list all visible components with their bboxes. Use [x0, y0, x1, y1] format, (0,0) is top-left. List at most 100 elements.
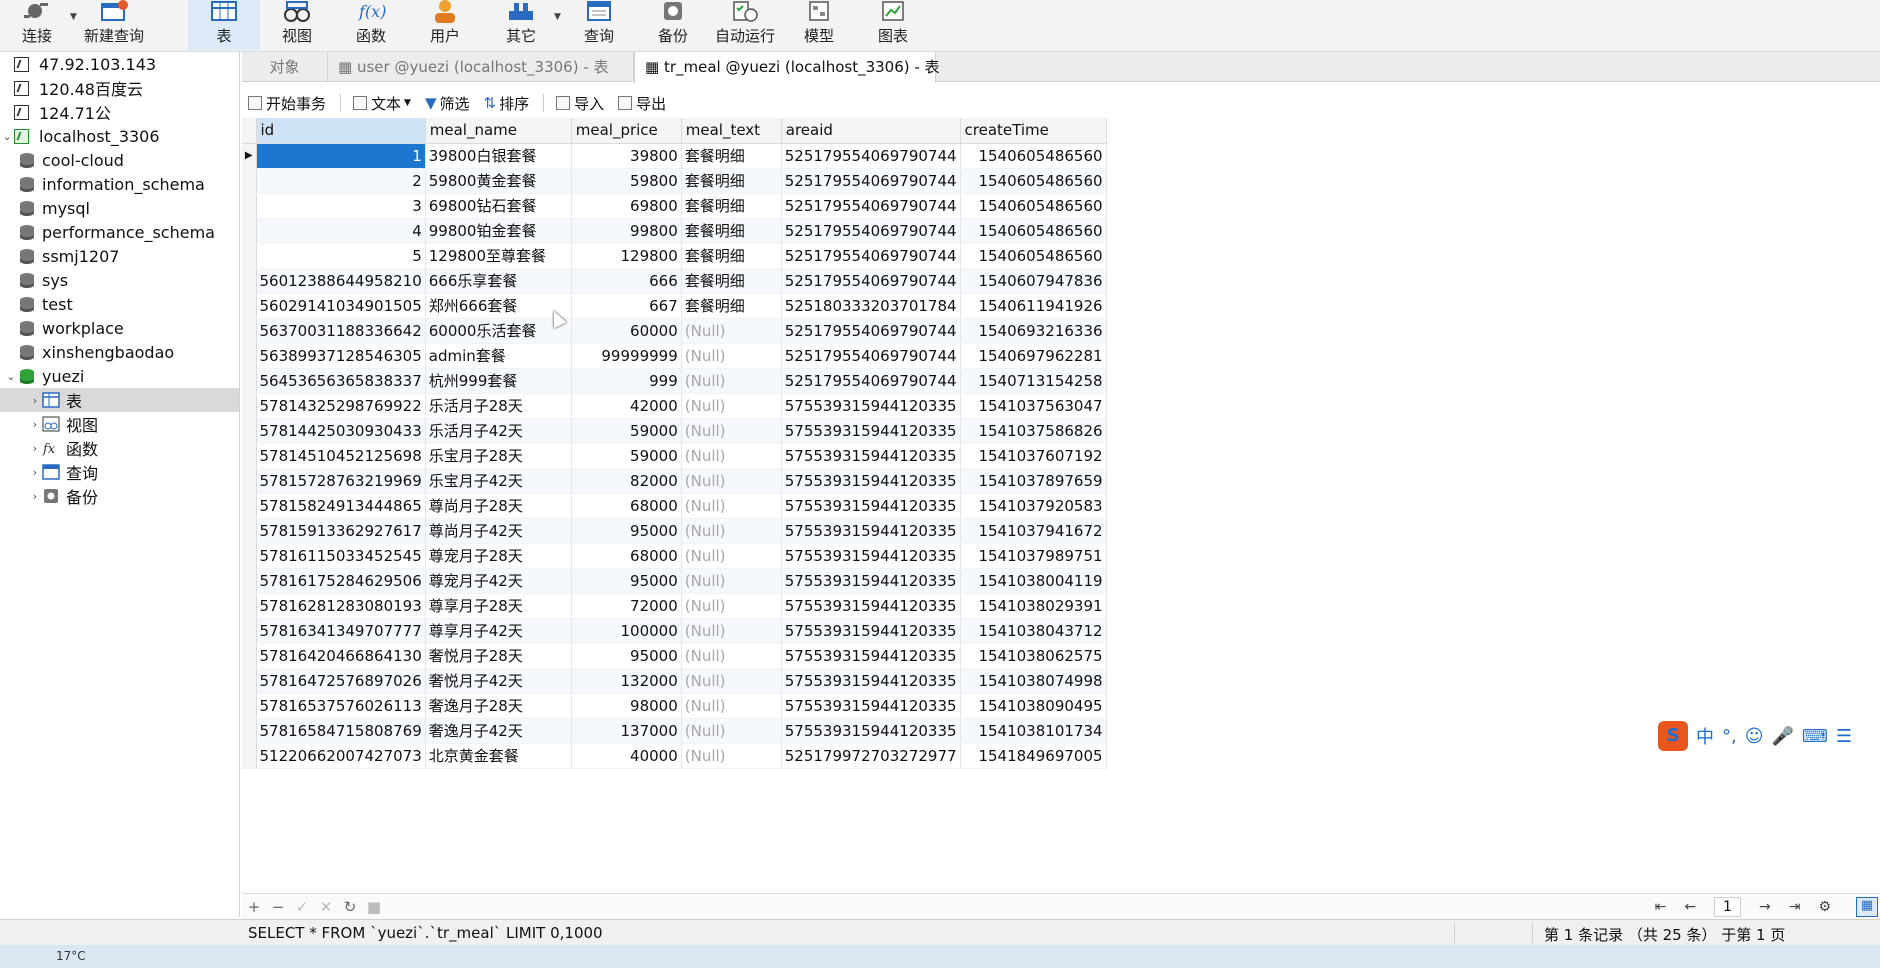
cell-id[interactable]: 1 — [256, 143, 426, 169]
cell-id[interactable]: 56029141034901505 — [256, 293, 426, 319]
row-header[interactable] — [242, 668, 257, 694]
cell-meal-price[interactable]: 666 — [571, 268, 682, 294]
tree-db-information-schema[interactable]: information_schema — [0, 172, 239, 196]
cell-meal-name[interactable]: 69800钻石套餐 — [425, 193, 572, 219]
prev-page-icon[interactable]: ← — [1684, 899, 1696, 915]
cell-id[interactable]: 5 — [256, 243, 426, 269]
punctuation-icon[interactable]: °, — [1722, 726, 1737, 747]
cell-areaid[interactable]: 525179554069790744 — [781, 193, 961, 219]
cell-meal-text[interactable]: (Null) — [681, 668, 782, 694]
cell-id[interactable]: 56012388644958210 — [256, 268, 426, 294]
row-header[interactable] — [242, 418, 257, 444]
first-page-icon[interactable]: ⇤ — [1655, 899, 1667, 915]
tree-db-yuezi[interactable]: ⌄ yuezi — [0, 364, 239, 388]
cell-id[interactable]: 57816420466864130 — [256, 643, 426, 669]
begin-transaction-button[interactable]: 开始事务 — [248, 93, 326, 114]
table-row[interactable]: 56453656365838337 杭州999套餐 999 (Null) 5251795… — [242, 368, 1107, 394]
table-row[interactable]: 4 99800铂金套餐 99800 套餐明细 525179554069790744 154… — [242, 218, 1107, 244]
cell-areaid[interactable]: 575539315944120335 — [781, 493, 961, 519]
cell-id[interactable]: 56453656365838337 — [256, 368, 426, 394]
cell-createtime[interactable]: 1541037941672 — [960, 518, 1107, 544]
connect-dropdown-icon[interactable]: ▼ — [70, 12, 77, 22]
model-button[interactable]: 模型 — [798, 0, 840, 50]
cell-meal-text[interactable]: (Null) — [681, 468, 782, 494]
cell-id[interactable]: 57816175284629506 — [256, 568, 426, 594]
view-button[interactable]: 视图 — [276, 0, 318, 50]
stop-icon[interactable]: ■ — [362, 898, 386, 916]
current-row-marker-icon[interactable]: ▶ — [242, 143, 257, 169]
table-row[interactable]: 57816281283080193 尊享月子28天 72000 (Null) 57553… — [242, 593, 1107, 619]
table-button[interactable]: 表 — [188, 0, 260, 50]
cell-createtime[interactable]: 1540605486560 — [960, 218, 1107, 244]
chevron-right-icon[interactable]: › — [28, 490, 42, 503]
tree-db-workplace[interactable]: workplace — [0, 316, 239, 340]
tree-yuezi-tables[interactable]: › 表 — [0, 388, 239, 412]
row-header[interactable] — [242, 493, 257, 519]
cell-areaid[interactable]: 575539315944120335 — [781, 618, 961, 644]
cell-meal-price[interactable]: 60000 — [571, 318, 682, 344]
cell-createtime[interactable]: 1541038101734 — [960, 718, 1107, 744]
emoji-icon[interactable]: ☺ — [1745, 726, 1764, 747]
table-row[interactable]: 57816472576897026 奢悦月子42天 132000 (Null) 5755… — [242, 668, 1107, 694]
cell-meal-text[interactable]: (Null) — [681, 743, 782, 769]
cell-areaid[interactable]: 575539315944120335 — [781, 443, 961, 469]
column-header-id[interactable]: id — [256, 118, 426, 144]
table-row[interactable]: 57816341349707777 尊享月子42天 100000 (Null) 5755… — [242, 618, 1107, 644]
cell-areaid[interactable]: 575539315944120335 — [781, 418, 961, 444]
row-header[interactable] — [242, 718, 257, 744]
microphone-icon[interactable]: 🎤 — [1772, 726, 1794, 747]
cell-meal-price[interactable]: 999 — [571, 368, 682, 394]
cell-meal-price[interactable]: 95000 — [571, 568, 682, 594]
cell-createtime[interactable]: 1541037920583 — [960, 493, 1107, 519]
cell-meal-name[interactable]: 60000乐活套餐 — [425, 318, 572, 344]
cell-createtime[interactable]: 1541037586826 — [960, 418, 1107, 444]
tree-db-ssmj1207[interactable]: ssmj1207 — [0, 244, 239, 268]
query-button[interactable]: 查询 — [578, 0, 620, 50]
table-row[interactable]: 5 129800至尊套餐 129800 套餐明细 525179554069790744 1… — [242, 243, 1107, 269]
cell-id[interactable]: 57814325298769922 — [256, 393, 426, 419]
table-row[interactable]: 57815913362927617 尊尚月子42天 95000 (Null) 57553… — [242, 518, 1107, 544]
tree-yuezi-functions[interactable]: › fx 函数 — [0, 436, 239, 460]
cell-meal-price[interactable]: 59000 — [571, 418, 682, 444]
cell-meal-text[interactable]: (Null) — [681, 418, 782, 444]
sort-button[interactable]: ⇅ 排序 — [484, 93, 530, 114]
cell-meal-price[interactable]: 132000 — [571, 668, 682, 694]
cell-meal-name[interactable]: 尊享月子28天 — [425, 593, 572, 619]
cell-createtime[interactable]: 1541038004119 — [960, 568, 1107, 594]
grid-view-icon[interactable]: ▦ — [1856, 897, 1878, 917]
cell-id[interactable]: 57816115033452545 — [256, 543, 426, 569]
tree-db-test[interactable]: test — [0, 292, 239, 316]
cell-meal-text[interactable]: (Null) — [681, 618, 782, 644]
table-row[interactable]: 56389937128546305 admin套餐 99999999 (Null) 52… — [242, 343, 1107, 369]
cell-meal-text[interactable]: 套餐明细 — [681, 268, 782, 294]
apply-changes-icon[interactable]: ✓ — [290, 898, 314, 916]
cell-areaid[interactable]: 575539315944120335 — [781, 593, 961, 619]
cell-meal-price[interactable]: 129800 — [571, 243, 682, 269]
tab-tr-meal-table[interactable]: ▦ tr_meal @yuezi (localhost_3306) - 表 — [634, 52, 940, 83]
cell-createtime[interactable]: 1541037897659 — [960, 468, 1107, 494]
cell-meal-text[interactable]: (Null) — [681, 718, 782, 744]
import-button[interactable]: 导入 — [556, 93, 604, 114]
cell-meal-name[interactable]: 尊享月子42天 — [425, 618, 572, 644]
row-header[interactable] — [242, 393, 257, 419]
tree-connection-1[interactable]: 47.92.103.143 — [0, 52, 239, 76]
cell-areaid[interactable]: 525179554069790744 — [781, 343, 961, 369]
user-button[interactable]: 用户 — [424, 0, 466, 50]
keyboard-icon[interactable]: ⌨ — [1802, 726, 1828, 747]
cell-createtime[interactable]: 1541038043712 — [960, 618, 1107, 644]
cell-meal-price[interactable]: 69800 — [571, 193, 682, 219]
table-row[interactable]: 57816537576026113 奢逸月子28天 98000 (Null) 57553… — [242, 693, 1107, 719]
row-header[interactable] — [242, 543, 257, 569]
cell-meal-name[interactable]: 尊尚月子42天 — [425, 518, 572, 544]
row-header[interactable] — [242, 168, 257, 194]
refresh-icon[interactable]: ↻ — [338, 898, 362, 916]
tools-icon[interactable]: ☰ — [1836, 726, 1852, 747]
cell-meal-name[interactable]: 59800黄金套餐 — [425, 168, 572, 194]
cell-id[interactable]: 3 — [256, 193, 426, 219]
cell-meal-price[interactable]: 137000 — [571, 718, 682, 744]
cell-meal-name[interactable]: 666乐享套餐 — [425, 268, 572, 294]
cell-meal-price[interactable]: 95000 — [571, 518, 682, 544]
cell-meal-text[interactable]: (Null) — [681, 693, 782, 719]
cell-meal-price[interactable]: 95000 — [571, 643, 682, 669]
table-row[interactable]: 57815824913444865 尊尚月子28天 68000 (Null) 57553… — [242, 493, 1107, 519]
